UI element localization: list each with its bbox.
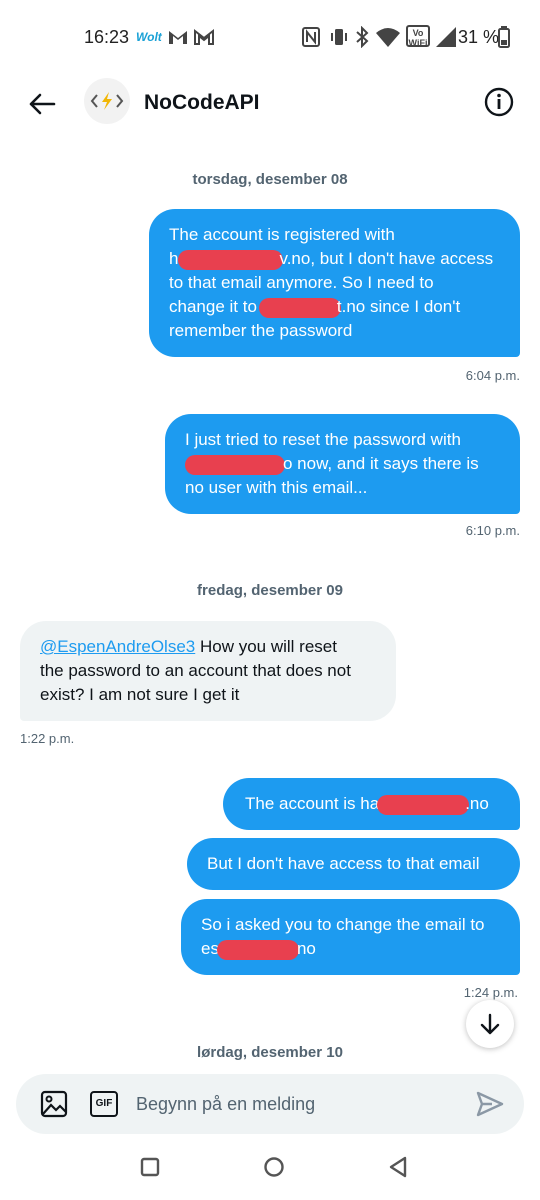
message-bubble-incoming[interactable]: @EspenAndreOlse3 How you will reset the …	[20, 621, 396, 721]
image-icon[interactable]	[40, 1090, 68, 1118]
date-separator: lørdag, desember 10	[197, 1044, 343, 1061]
message-line: @EspenAndreOlse3 How you will reset	[40, 635, 376, 659]
status-time: 16:23	[84, 27, 130, 47]
message-bubble-outgoing[interactable]: I just tried to reset the password with …	[165, 414, 520, 514]
vowifi-bottom: WiFi	[408, 38, 428, 48]
arrow-down-icon	[480, 1013, 500, 1035]
message-text: .no	[465, 794, 489, 813]
signal-icon	[436, 27, 456, 47]
recent-apps-icon[interactable]	[140, 1157, 160, 1177]
message-bubble-outgoing[interactable]: The account is registered with h v.no, bu…	[149, 209, 520, 357]
vowifi-icon: Vo WiFi	[406, 25, 430, 48]
date-separator: torsdag, desember 08	[192, 171, 348, 188]
message-text: But I don't have access to that email	[207, 854, 480, 873]
message-bubble-outgoing[interactable]: The account is ha .no	[223, 778, 520, 830]
wolt-icon: Wolt	[136, 30, 162, 44]
mention-link[interactable]: @EspenAndreOlse3	[40, 637, 195, 656]
message-line: h v.no, but I don't have access	[169, 247, 500, 271]
message-line: exist? I am not sure I get it	[40, 685, 240, 704]
system-nav-bar	[0, 1140, 540, 1200]
message-text: How you will reset	[195, 637, 337, 656]
message-timestamp: 1:24 p.m.	[463, 985, 518, 1000]
battery-icon	[498, 26, 510, 48]
redaction-mark	[216, 939, 299, 960]
message-line: The account is registered with	[169, 225, 395, 244]
message-text: v.no, but I don't have access	[279, 249, 494, 268]
redaction-mark	[377, 794, 470, 815]
message-text: o now, and it says there is	[283, 454, 479, 473]
message-line: to that email anymore. So I need to	[169, 273, 434, 292]
status-bar: 16:23 Wolt Vo WiFi 31 %	[0, 0, 540, 72]
message-line: the password to an account that does not	[40, 661, 351, 680]
home-icon[interactable]	[263, 1156, 285, 1178]
nocodeapi-logo-icon	[90, 92, 124, 110]
vowifi-top: Vo	[412, 28, 424, 38]
scroll-to-bottom-button[interactable]	[466, 1000, 514, 1048]
gmail-icon-2	[194, 28, 214, 45]
redaction-mark	[178, 249, 284, 270]
message-line: I just tried to reset the password with	[185, 430, 461, 449]
message-line: remember the password	[169, 321, 353, 340]
message-line: change it to t.no since I don't	[169, 295, 500, 319]
bluetooth-icon	[356, 26, 369, 48]
send-icon[interactable]	[476, 1091, 504, 1117]
avatar[interactable]	[84, 78, 130, 124]
redaction-mark	[185, 454, 285, 475]
message-timestamp: 6:10 p.m.	[465, 523, 520, 538]
message-line: o now, and it says there is	[185, 452, 500, 476]
message-timestamp: 6:04 p.m.	[465, 368, 520, 383]
nfc-icon	[302, 27, 320, 47]
redaction-mark	[258, 297, 341, 318]
message-line: no user with this email...	[185, 478, 368, 497]
message-bubble-outgoing[interactable]: But I don't have access to that email	[187, 838, 520, 890]
message-text: t.no since I don't	[336, 297, 461, 316]
wifi-icon	[376, 28, 400, 47]
back-nav-icon[interactable]	[388, 1156, 408, 1178]
message-line: So i asked you to change the email to	[201, 915, 485, 934]
battery-percent: 31 %	[458, 27, 500, 47]
message-input[interactable]: Begynn på en melding	[136, 1094, 315, 1115]
message-text: The account is ha	[245, 794, 380, 813]
message-bubble-outgoing[interactable]: So i asked you to change the email to es…	[181, 899, 520, 975]
message-text: h	[169, 249, 179, 268]
message-timestamp: 1:22 p.m.	[20, 731, 75, 746]
vibrate-icon	[331, 29, 347, 45]
date-separator: fredag, desember 09	[197, 582, 343, 599]
gif-button[interactable]: GIF	[90, 1091, 118, 1117]
message-composer: GIF Begynn på en melding	[16, 1074, 524, 1134]
info-icon[interactable]	[484, 87, 514, 117]
gmail-icon	[169, 31, 187, 44]
message-text: change it to	[169, 297, 257, 316]
message-text: no	[296, 939, 316, 958]
back-arrow-icon[interactable]	[28, 90, 56, 118]
message-line: es no	[201, 937, 500, 961]
conversation-title[interactable]: NoCodeAPI	[144, 91, 260, 115]
